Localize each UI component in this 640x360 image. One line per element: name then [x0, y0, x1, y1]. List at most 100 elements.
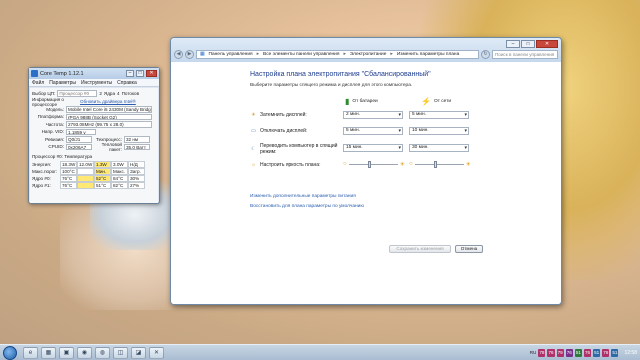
power-options-window[interactable]: – □ ✕ ◀ ▶ ▦ Панель управления ▸ Все элем… — [170, 37, 562, 305]
breadcrumb-separator-icon: ▸ — [256, 52, 260, 57]
moon-icon: ☾ — [251, 146, 256, 152]
power-plug-icon: ⚡ — [421, 97, 431, 106]
grid-row-label: Энергия: — [32, 162, 51, 167]
tray-temp-icon[interactable]: 76 — [583, 348, 592, 357]
menu-help[interactable]: Справка — [117, 80, 137, 86]
chevron-down-icon: ▾ — [398, 128, 401, 134]
taskbar-app-media-icon[interactable]: ▣ — [59, 346, 74, 359]
language-indicator[interactable]: RU — [530, 350, 537, 355]
taskbar-app-explorer-icon[interactable]: ▦ — [41, 346, 56, 359]
menu-file[interactable]: Файл — [32, 80, 44, 86]
maximize-button[interactable]: □ — [136, 70, 144, 77]
tdp-label: Тепловой пакет: — [101, 141, 122, 152]
chevron-down-icon: ▾ — [464, 112, 467, 118]
tray-temp-icon[interactable]: 76 — [547, 348, 555, 357]
restore-defaults-link[interactable]: Восстановить для плана параметры по умол… — [250, 204, 364, 209]
minimize-button[interactable]: – — [506, 40, 520, 48]
ac-column-header: ⚡ От сети — [421, 97, 451, 106]
grid-cell: 18.3W — [60, 161, 77, 168]
menu-options[interactable]: Параметры — [49, 80, 76, 86]
breadcrumb-separator-icon: ▸ — [343, 52, 346, 57]
close-button[interactable]: ✕ — [146, 70, 157, 77]
minimize-button[interactable]: – — [126, 70, 134, 77]
brightness-ac-slider[interactable]: ○ ☀ — [409, 160, 471, 168]
ac-column-label: От сети — [433, 99, 452, 104]
tray-temp-icon[interactable]: 76 — [565, 348, 573, 357]
select-value: 2 мин. — [346, 112, 360, 117]
start-button[interactable] — [3, 345, 17, 360]
breadcrumb-item[interactable]: Панель управления — [209, 52, 253, 57]
select-value: 10 мин. — [412, 128, 429, 133]
grid-row-label: Ядро #1: — [32, 183, 51, 188]
search-input[interactable]: Поиск в панели управления — [492, 50, 558, 59]
grid-cell — [77, 168, 94, 175]
page-description: Выберите параметры спящего режима и дисп… — [250, 83, 413, 88]
refresh-icon[interactable]: ↻ — [481, 50, 490, 59]
close-button[interactable]: ✕ — [536, 40, 558, 48]
taskbar-app-player-icon[interactable]: ◍ — [95, 346, 110, 359]
forward-arrow-icon[interactable]: ▶ — [185, 50, 194, 59]
slider-track[interactable] — [348, 160, 398, 168]
sleep-ac-select[interactable]: 30 мин. ▾ — [409, 144, 469, 152]
dim-display-battery-select[interactable]: 2 мин. ▾ — [343, 111, 403, 119]
tray-temp-icon[interactable]: 78 — [538, 348, 546, 357]
tray-temp-icon[interactable]: 51 — [593, 348, 601, 357]
taskbar-app-browser-icon[interactable]: ◉ — [77, 346, 92, 359]
maximize-button[interactable]: □ — [521, 40, 535, 48]
menu-tools[interactable]: Инструменты — [81, 80, 112, 86]
grid-cell: 12.0W — [77, 161, 94, 168]
taskbar-clock[interactable]: 12:58 — [624, 350, 637, 356]
turn-off-display-battery-select[interactable]: 5 мин. ▾ — [343, 127, 403, 135]
grid-cell: 76°C — [60, 175, 77, 182]
coretemp-titlebar[interactable]: Core Temp 1.12.1 – □ ✕ — [29, 68, 159, 79]
proc-temp-label: Процессор #0: Температура — [32, 153, 93, 159]
platform-value: rPGA 988B (Socket G2) — [66, 113, 152, 120]
back-arrow-icon[interactable]: ◀ — [174, 50, 183, 59]
select-value: 15 мин. — [346, 145, 363, 150]
slider-thumb[interactable] — [368, 160, 372, 168]
breadcrumb-separator-icon: ▸ — [390, 52, 393, 57]
taskbar-app-control-panel-icon[interactable]: ◫ — [113, 346, 128, 359]
dim-display-ac-select[interactable]: 5 мин. ▾ — [409, 111, 469, 119]
brightness-high-icon: ☀ — [465, 161, 471, 168]
driver-update-link[interactable]: Обновить драйвера Intel® — [80, 99, 136, 104]
brightness-low-icon: ○ — [409, 161, 413, 167]
sleep-label: Переводить компьютер в спящий режим: — [260, 143, 338, 155]
cancel-button[interactable]: Отмена — [455, 245, 483, 253]
taskbar-app-tool-icon[interactable]: ✕ — [149, 346, 164, 359]
slider-thumb[interactable] — [434, 160, 438, 168]
taskbar-app-ie-icon[interactable]: e — [23, 346, 38, 359]
taskbar-app-coretemp-icon[interactable]: ◪ — [131, 346, 146, 359]
revision-value: Q0/J1 — [66, 136, 92, 143]
coretemp-menubar: Файл Параметры Инструменты Справка — [29, 79, 159, 87]
advanced-settings-link[interactable]: Изменить дополнительные параметры питани… — [250, 194, 356, 199]
battery-column-header: ▮ От батареи — [345, 97, 378, 106]
grid-cell: 84°C — [111, 175, 128, 182]
breadcrumb-item[interactable]: Изменить параметры плана — [397, 52, 459, 57]
dim-display-label: Затемнить дисплей: — [260, 112, 307, 118]
brightness-battery-slider[interactable]: ○ ☀ — [343, 160, 405, 168]
grid-cell — [77, 182, 94, 189]
tray-temp-icon[interactable]: 51 — [611, 348, 619, 357]
tray-temp-icon[interactable]: 79 — [556, 348, 564, 357]
explorer-toolbar: – □ ✕ ◀ ▶ ▦ Панель управления ▸ Все элем… — [171, 38, 561, 62]
slider-track[interactable] — [414, 160, 464, 168]
tray-temp-icon[interactable]: 51 — [574, 348, 582, 357]
info-row: Информация о процессоре Обновить драйвер… — [32, 97, 156, 107]
battery-icon: ▮ — [345, 97, 350, 106]
grid-cell: 52°C — [94, 175, 111, 182]
grid-row-label: Макс.порог: — [32, 169, 58, 174]
cpuid-label: CPUID: — [48, 144, 64, 150]
address-bar[interactable]: ▦ Панель управления ▸ Все элементы панел… — [196, 50, 479, 59]
tray-temp-icon[interactable]: 76 — [602, 348, 610, 357]
breadcrumb-item[interactable]: Все элементы панели управления — [263, 52, 339, 57]
grid-cell: 27% — [128, 182, 145, 189]
power-plan-settings: Настройка плана электропитания "Сбаланси… — [171, 62, 561, 304]
turn-off-display-ac-select[interactable]: 10 мин. ▾ — [409, 127, 469, 135]
grid-row-power: Энергия: 18.3W 12.0W 1.3W 3.0W Н/Д — [32, 161, 156, 168]
model-row: Модель: Mobile Intel Core i5 2430M (Sand… — [32, 106, 156, 114]
breadcrumb-item[interactable]: Электропитание — [350, 52, 387, 57]
save-changes-button[interactable]: Сохранить изменения — [389, 245, 451, 253]
coretemp-window[interactable]: Core Temp 1.12.1 – □ ✕ Файл Параметры Ин… — [28, 67, 160, 204]
sleep-battery-select[interactable]: 15 мин. ▾ — [343, 144, 403, 152]
